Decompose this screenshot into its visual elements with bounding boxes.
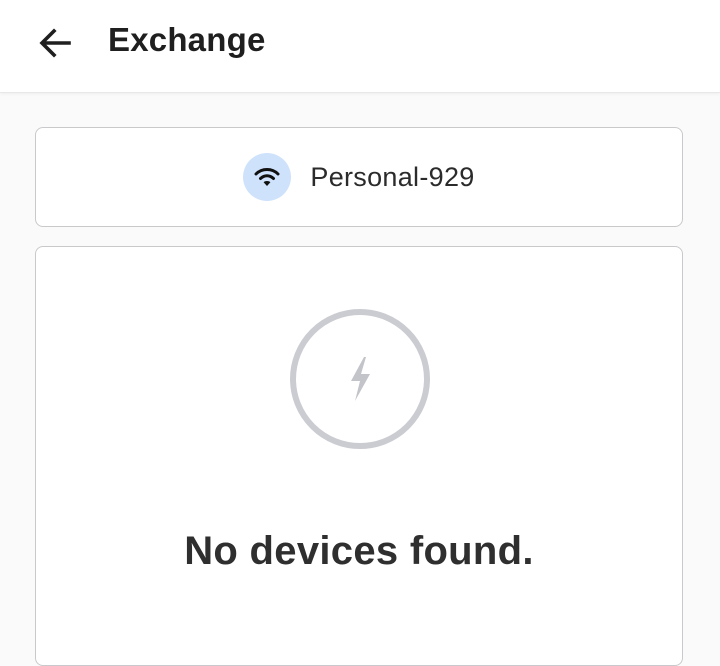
wifi-badge [243, 153, 292, 201]
app-bar: Exchange [0, 0, 720, 93]
back-button[interactable] [30, 20, 80, 66]
page-title: Exchange [108, 21, 266, 58]
empty-state-message: No devices found. [184, 529, 534, 573]
empty-state-ring [290, 309, 430, 449]
network-card[interactable]: Personal-929 [35, 127, 683, 227]
arrow-left-icon [39, 28, 71, 58]
wifi-icon [254, 168, 280, 186]
lightning-bolt-icon [351, 357, 370, 401]
devices-card: No devices found. [35, 246, 683, 666]
network-name: Personal-929 [310, 161, 475, 192]
network-row: Personal-929 [36, 128, 682, 226]
